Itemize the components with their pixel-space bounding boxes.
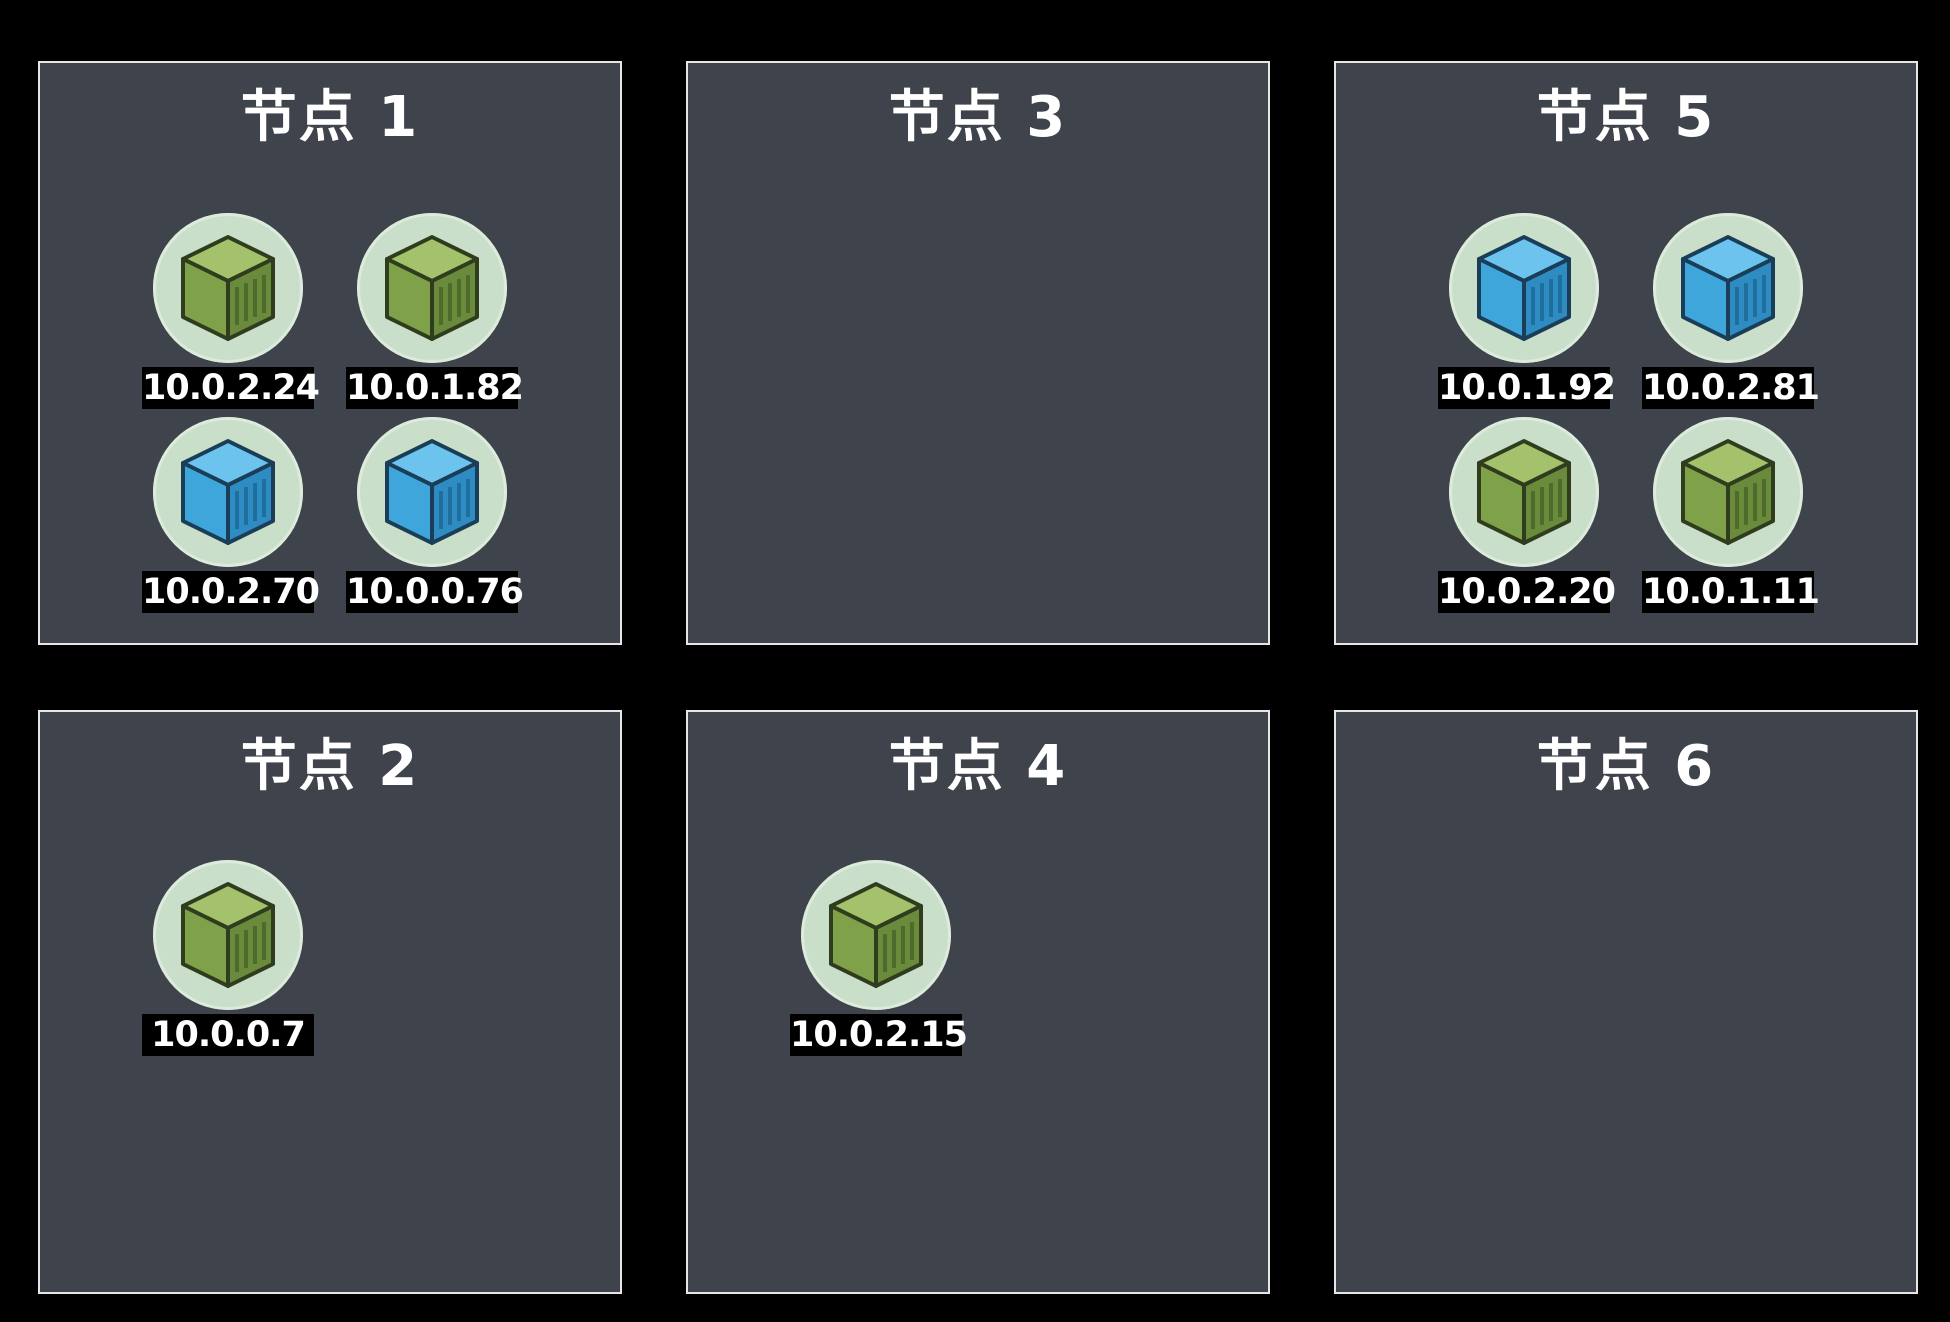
pod-ip-label: 10.0.2.20 <box>1438 571 1616 613</box>
node-title: 节点 3 <box>888 85 1068 150</box>
node-title: 节点 2 <box>240 734 420 799</box>
pod[interactable]: 10.0.2.24 <box>142 213 320 413</box>
pod-circle <box>153 417 303 567</box>
pod-circle <box>1449 417 1599 567</box>
pod-circle <box>1653 417 1803 567</box>
node-title: 节点 4 <box>888 734 1068 799</box>
container-cube-icon <box>1477 235 1571 341</box>
node-6: 节点 6 <box>1334 710 1918 1294</box>
container-cube-icon <box>1681 439 1775 545</box>
node-5: 节点 5 10.0.1.92 10.0.2.81 10.0.2.20 10.0.… <box>1334 61 1918 645</box>
pod[interactable]: 10.0.1.82 <box>346 213 524 413</box>
pod-ip-label: 10.0.2.15 <box>790 1014 968 1056</box>
pod-circle <box>1449 213 1599 363</box>
pod-ip-label: 10.0.2.81 <box>1642 367 1820 409</box>
pod[interactable]: 10.0.2.70 <box>142 417 320 617</box>
container-cube-icon <box>1681 235 1775 341</box>
pod-circle <box>1653 213 1803 363</box>
container-cube-icon <box>829 882 923 988</box>
container-cube-icon <box>181 439 275 545</box>
pod-circle <box>357 213 507 363</box>
container-cube-icon <box>181 882 275 988</box>
container-cube-icon <box>385 235 479 341</box>
pod-ip-label: 10.0.1.82 <box>346 367 524 409</box>
container-cube-icon <box>1477 439 1571 545</box>
pod[interactable]: 10.0.0.76 <box>346 417 524 617</box>
pod-ip-label: 10.0.2.70 <box>142 571 320 613</box>
pod-ip-label: 10.0.2.24 <box>142 367 320 409</box>
container-cube-icon <box>385 439 479 545</box>
pod[interactable]: 10.0.2.20 <box>1438 417 1616 617</box>
node-4: 节点 4 10.0.2.15 <box>686 710 1270 1294</box>
node-1: 节点 1 10.0.2.24 10.0.1.82 10.0.2.70 10.0.… <box>38 61 622 645</box>
pod-circle <box>357 417 507 567</box>
node-3: 节点 3 <box>686 61 1270 645</box>
pod[interactable]: 10.0.1.11 <box>1642 417 1820 617</box>
pod-ip-label: 10.0.0.76 <box>346 571 524 613</box>
node-title: 节点 5 <box>1536 85 1716 150</box>
container-cube-icon <box>181 235 275 341</box>
node-2: 节点 2 10.0.0.7 <box>38 710 622 1294</box>
node-title: 节点 6 <box>1536 734 1716 799</box>
pod[interactable]: 10.0.0.7 <box>142 860 314 1060</box>
pod[interactable]: 10.0.1.92 <box>1438 213 1616 413</box>
pod[interactable]: 10.0.2.81 <box>1642 213 1820 413</box>
pod-ip-label: 10.0.1.11 <box>1642 571 1820 613</box>
node-title: 节点 1 <box>240 85 420 150</box>
pod[interactable]: 10.0.2.15 <box>790 860 968 1060</box>
pod-circle <box>153 213 303 363</box>
pod-ip-label: 10.0.1.92 <box>1438 367 1616 409</box>
pod-circle <box>153 860 303 1010</box>
pod-ip-label: 10.0.0.7 <box>142 1014 314 1056</box>
pod-circle <box>801 860 951 1010</box>
